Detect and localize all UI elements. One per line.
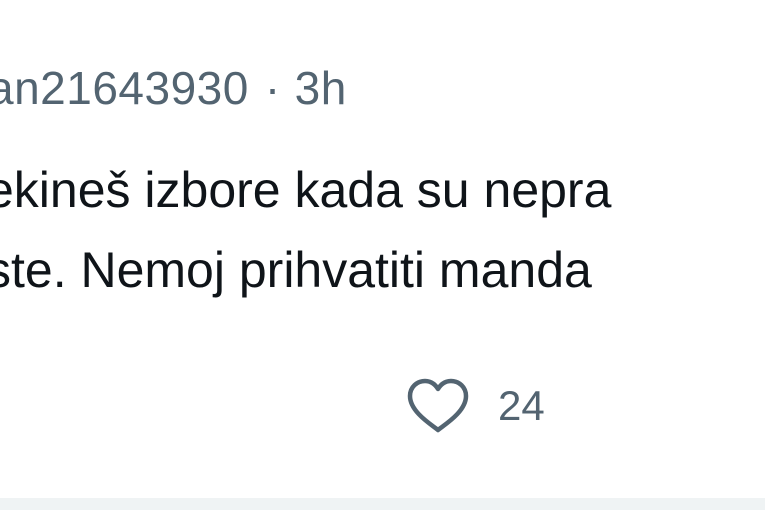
heart-icon[interactable] [404, 376, 472, 436]
tweet-text: ekineš izbore kada su nepra ste. Nemoj p… [0, 150, 765, 310]
tweet-text-line-2: ste. Nemoj prihvatiti manda [0, 242, 592, 298]
like-count: 24 [498, 382, 545, 429]
like-button[interactable]: 24 [404, 376, 545, 436]
timestamp[interactable]: 3h [295, 58, 347, 118]
user-handle[interactable]: an21643930 [0, 58, 249, 118]
tweet-card[interactable]: an21643930 · 3h ekineš izbore kada su nepr… [0, 0, 765, 510]
tweet-text-line-1: ekineš izbore kada su nepra [0, 162, 612, 218]
tweet-header: an21643930 · 3h [0, 58, 347, 118]
tweet-actions: 24 [404, 374, 545, 438]
separator-dot: · [264, 62, 281, 114]
divider [0, 498, 765, 510]
